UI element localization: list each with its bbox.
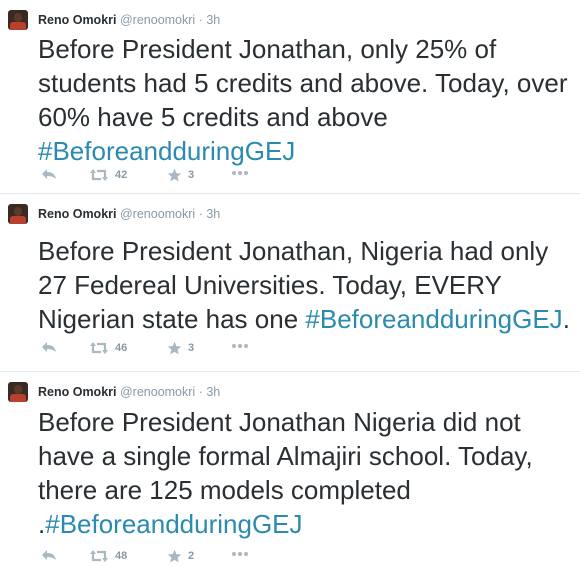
- hashtag-link[interactable]: #BeforeandduringGEJ: [305, 304, 562, 334]
- retweet-count: 48: [115, 550, 128, 562]
- author-handle[interactable]: @renoomokri: [120, 207, 195, 221]
- more-button[interactable]: [231, 551, 249, 557]
- retweet-count: 46: [115, 342, 128, 354]
- retweet-icon: [90, 342, 108, 354]
- separator: ·: [198, 385, 203, 399]
- hashtag-link[interactable]: #BeforeandduringGEJ: [38, 136, 295, 166]
- tweet-header: Reno Omokri @renoomokri · 3h: [38, 206, 220, 222]
- favorite-count: 3: [188, 342, 195, 354]
- more-button[interactable]: [231, 170, 249, 176]
- tweet: Reno Omokri @renoomokri · 3h Before Pres…: [0, 0, 580, 193]
- retweet-icon: [90, 169, 108, 181]
- tweet: Reno Omokri @renoomokri · 3h Before Pres…: [0, 193, 580, 371]
- author-handle[interactable]: @renoomokri: [120, 13, 195, 27]
- more-icon: [232, 344, 248, 348]
- timestamp[interactable]: 3h: [206, 13, 220, 27]
- avatar[interactable]: [8, 10, 28, 30]
- reply-button[interactable]: [41, 549, 57, 561]
- favorite-count: 2: [188, 550, 195, 562]
- reply-button[interactable]: [41, 168, 57, 180]
- reply-icon: [42, 342, 56, 352]
- author-name[interactable]: Reno Omokri: [38, 385, 117, 399]
- retweet-button[interactable]: 42: [89, 168, 127, 182]
- tweet-text-content: Before President Jonathan, only 25% of s…: [38, 34, 568, 132]
- reply-icon: [42, 550, 56, 560]
- retweet-count: 42: [115, 169, 128, 181]
- star-icon: [167, 341, 182, 355]
- timestamp[interactable]: 3h: [206, 207, 220, 221]
- star-icon: [167, 549, 182, 563]
- favorite-button[interactable]: 3: [167, 168, 194, 182]
- more-icon: [232, 171, 248, 175]
- retweet-button[interactable]: 48: [89, 549, 127, 563]
- more-button[interactable]: [231, 343, 249, 349]
- separator: ·: [198, 13, 203, 27]
- avatar[interactable]: [8, 382, 28, 402]
- reply-icon: [42, 169, 56, 179]
- tweet-text: Before President Jonathan, only 25% of s…: [38, 32, 578, 168]
- tweet-header: Reno Omokri @renoomokri · 3h: [38, 12, 220, 28]
- separator: ·: [198, 207, 203, 221]
- tweet: Reno Omokri @renoomokri · 3h Before Pres…: [0, 371, 580, 563]
- favorite-count: 3: [188, 169, 195, 181]
- reply-button[interactable]: [41, 341, 57, 353]
- more-icon: [232, 552, 248, 556]
- author-name[interactable]: Reno Omokri: [38, 207, 117, 221]
- avatar[interactable]: [8, 204, 28, 224]
- tweet-text: Before President Jonathan, Nigeria had o…: [38, 234, 578, 336]
- timestamp[interactable]: 3h: [206, 385, 220, 399]
- favorite-button[interactable]: 2: [167, 549, 194, 563]
- tweet-header: Reno Omokri @renoomokri · 3h: [38, 384, 220, 400]
- hashtag-link[interactable]: #BeforeandduringGEJ: [45, 509, 302, 539]
- author-name[interactable]: Reno Omokri: [38, 13, 117, 27]
- retweet-button[interactable]: 46: [89, 341, 127, 355]
- tweet-text-suffix: .: [562, 304, 570, 334]
- tweet-text: Before President Jonathan Nigeria did no…: [38, 405, 578, 541]
- favorite-button[interactable]: 3: [167, 341, 194, 355]
- author-handle[interactable]: @renoomokri: [120, 385, 195, 399]
- retweet-icon: [90, 550, 108, 562]
- star-icon: [167, 168, 182, 182]
